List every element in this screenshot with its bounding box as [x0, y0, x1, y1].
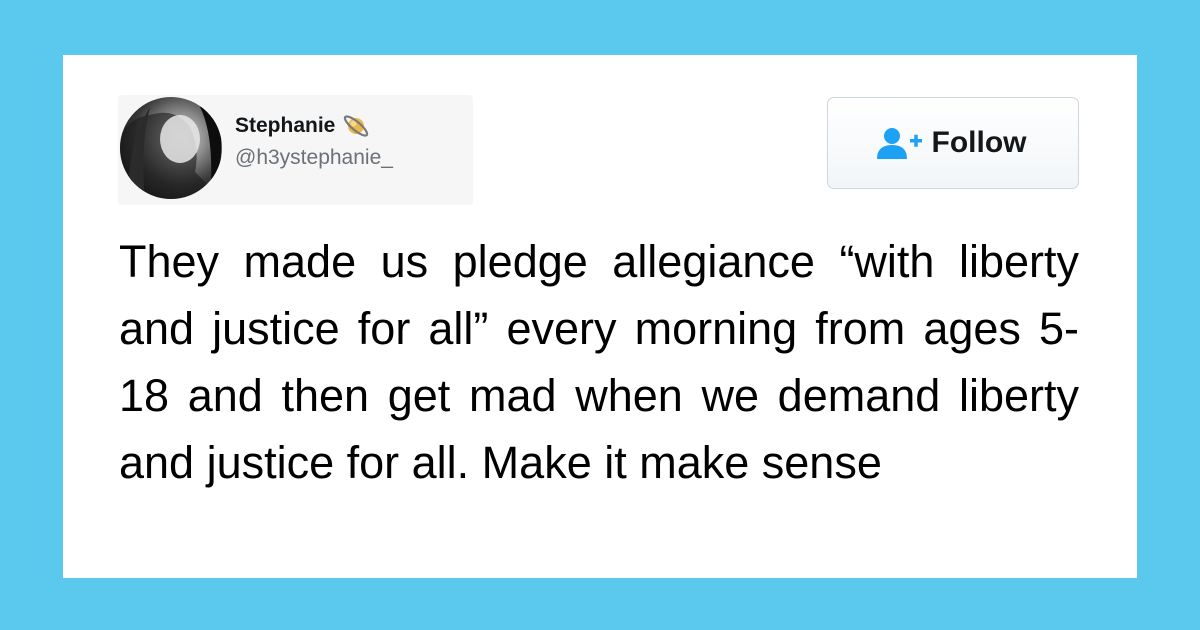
- name-row: Stephanie: [235, 111, 371, 141]
- tweet-text: They made us pledge allegiance “with lib…: [119, 236, 1079, 488]
- ringed-planet-icon: [344, 115, 369, 137]
- tweet-card: Stephanie @h3ystephanie_ Follow They mad…: [63, 55, 1137, 578]
- follow-button[interactable]: Follow: [827, 97, 1079, 189]
- avatar[interactable]: [120, 97, 222, 199]
- follow-label: Follow: [931, 126, 1027, 159]
- display-name[interactable]: Stephanie: [235, 114, 335, 138]
- user-handle[interactable]: @h3ystephanie_: [235, 146, 393, 170]
- profile-photo-icon: [120, 97, 222, 199]
- tweet-author-header: Stephanie @h3ystephanie_: [118, 95, 473, 205]
- add-user-icon: [876, 128, 922, 159]
